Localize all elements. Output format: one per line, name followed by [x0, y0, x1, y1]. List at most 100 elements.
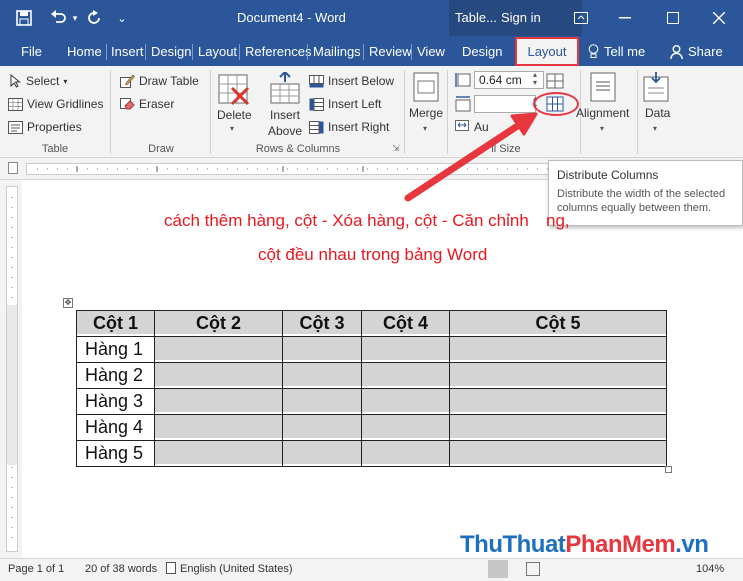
distribute-columns-icon[interactable] [546, 96, 564, 112]
undo-dropdown-icon[interactable]: ▾ [70, 8, 80, 28]
tab-table-design[interactable]: Design [462, 44, 502, 59]
sign-in-link[interactable]: Sign in [501, 10, 541, 25]
row-label-cell[interactable]: Hàng 2 [76, 362, 155, 389]
tab-design[interactable]: Design [151, 44, 191, 59]
table-cell[interactable] [282, 414, 362, 441]
table-cell[interactable] [154, 362, 283, 389]
header-cell[interactable]: Cột 4 [361, 310, 450, 337]
alignment-icon[interactable] [590, 72, 616, 102]
header-cell[interactable]: Cột 1 [76, 310, 155, 337]
minimize-icon[interactable] [616, 8, 634, 28]
row-label-cell[interactable]: Hàng 3 [76, 388, 155, 415]
insert-right-button[interactable]: Insert Right [309, 120, 389, 134]
table-cell[interactable] [449, 414, 667, 441]
table-cell[interactable] [282, 362, 362, 389]
header-cell[interactable]: Cột 5 [449, 310, 667, 337]
data-table[interactable]: Cột 1 Cột 2 Cột 3 Cột 4 Cột 5 Hàng 1 Hàn… [76, 310, 667, 467]
table-cell[interactable] [361, 440, 450, 467]
share-button[interactable]: Share [670, 44, 723, 59]
data-button[interactable]: Data [645, 106, 670, 120]
print-layout-icon[interactable] [488, 560, 508, 578]
tab-selector-icon[interactable] [8, 162, 18, 174]
word-count[interactable]: 20 of 38 words [85, 563, 157, 575]
eraser-label: Eraser [139, 97, 175, 111]
insert-above-button-line2[interactable]: Above [268, 124, 302, 138]
table-cell[interactable] [361, 336, 450, 363]
row-label-cell[interactable]: Hàng 5 [76, 440, 155, 467]
page-count[interactable]: Page 1 of 1 [8, 563, 64, 575]
zoom-level[interactable]: 104% [696, 563, 724, 575]
table-cell[interactable] [154, 336, 283, 363]
customize-toolbar-icon[interactable]: ⌄ [116, 8, 128, 28]
table-cell[interactable] [449, 362, 667, 389]
close-icon[interactable] [710, 8, 728, 28]
tab-home[interactable]: Home [67, 44, 102, 59]
ribbon-display-icon[interactable] [572, 8, 590, 28]
alignment-label: Alignment [576, 106, 630, 120]
vertical-ruler-track[interactable] [6, 186, 18, 552]
header-cell[interactable]: Cột 2 [154, 310, 283, 337]
table-resize-handle[interactable] [665, 466, 672, 473]
tab-references[interactable]: References [245, 44, 311, 59]
table-cell[interactable] [449, 440, 667, 467]
row-label-cell[interactable]: Hàng 1 [76, 336, 155, 363]
table-cell[interactable] [361, 362, 450, 389]
tell-me-box[interactable]: Tell me [588, 44, 645, 59]
dialog-launcher-icon[interactable]: ⇲ [392, 143, 400, 154]
tell-me-label: Tell me [604, 44, 646, 59]
proofing-icon[interactable] [166, 562, 176, 574]
table-cell[interactable] [282, 440, 362, 467]
view-gridlines-button[interactable]: View Gridlines [8, 97, 103, 111]
table-cell[interactable] [449, 336, 667, 363]
draw-table-button[interactable]: Draw Table [120, 74, 199, 88]
delete-table-icon[interactable] [218, 74, 250, 106]
language-status[interactable]: English (United States) [180, 563, 293, 575]
data-icon[interactable] [643, 72, 669, 102]
table-cell[interactable] [154, 440, 283, 467]
table-cell[interactable] [361, 388, 450, 415]
cell-size-group-label: ll Size [491, 143, 521, 155]
row-label-cell[interactable]: Hàng 4 [76, 414, 155, 441]
header-cell[interactable]: Cột 3 [282, 310, 362, 337]
alignment-button[interactable]: Alignment [576, 106, 629, 120]
tab-insert[interactable]: Insert [111, 44, 144, 59]
tab-layout[interactable]: Layout [198, 44, 237, 59]
insert-below-button[interactable]: Insert Below [309, 74, 394, 88]
delete-button[interactable]: Delete [217, 108, 252, 122]
web-layout-icon[interactable] [526, 562, 540, 576]
table-cell[interactable] [361, 414, 450, 441]
merge-icon[interactable] [413, 72, 439, 102]
properties-button[interactable]: Properties [8, 120, 82, 134]
eraser-button[interactable]: Eraser [120, 97, 174, 111]
column-width-input[interactable] [474, 95, 536, 113]
tab-file[interactable]: File [21, 44, 42, 59]
group-divider [404, 70, 405, 154]
insert-above-button[interactable]: Insert [270, 108, 300, 122]
select-button[interactable]: Select ▾ [10, 74, 67, 88]
redo-icon[interactable] [84, 8, 104, 28]
tab-review[interactable]: Review [369, 44, 412, 59]
tab-divider [192, 44, 193, 60]
doc-heading-line1: cách thêm hàng, cột - Xóa hàng, cột - Că… [164, 211, 529, 230]
tab-table-layout[interactable]: Layout [515, 37, 579, 66]
height-spinner-icon[interactable]: ▴ ▾ [533, 71, 537, 87]
insert-left-button[interactable]: Insert Left [309, 97, 381, 111]
table-cell[interactable] [282, 388, 362, 415]
table-cell[interactable] [154, 414, 283, 441]
maximize-icon[interactable] [664, 8, 682, 28]
undo-icon[interactable] [48, 8, 70, 28]
insert-below-label: Insert Below [328, 74, 395, 88]
group-divider [447, 70, 448, 154]
insert-above-icon[interactable] [270, 70, 300, 104]
table-move-handle-icon[interactable]: ✥ [63, 298, 73, 308]
autofit-button[interactable]: Au [474, 120, 489, 134]
table-cell[interactable] [282, 336, 362, 363]
merge-button[interactable]: Merge [409, 106, 443, 120]
distribute-rows-icon[interactable] [546, 73, 564, 89]
table-cell[interactable] [154, 388, 283, 415]
save-icon[interactable] [14, 8, 34, 28]
data-label: Data [645, 106, 671, 120]
table-cell[interactable] [449, 388, 667, 415]
tab-view[interactable]: View [417, 44, 445, 59]
tab-mailings[interactable]: Mailings [313, 44, 361, 59]
